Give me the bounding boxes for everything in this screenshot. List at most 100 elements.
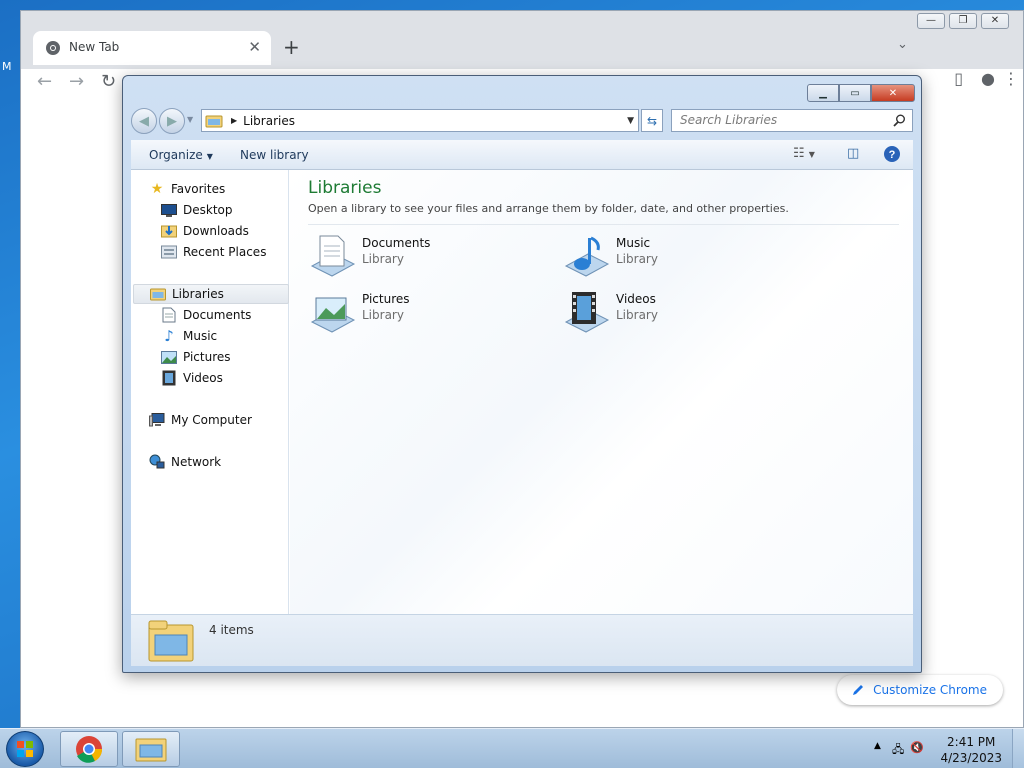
nav-libraries-label: Libraries: [172, 287, 224, 301]
page-title: Libraries: [308, 178, 382, 198]
library-documents[interactable]: Documents Library: [308, 232, 528, 282]
minimize-button[interactable]: ▁: [807, 84, 839, 102]
chrome-minimize-button[interactable]: —: [917, 13, 945, 29]
tab-new-tab[interactable]: New Tab ✕: [33, 31, 271, 65]
libraries-folder-icon: [205, 115, 223, 127]
library-name: Documents: [362, 236, 431, 250]
search-placeholder: Search Libraries: [680, 113, 778, 127]
help-icon[interactable]: ?: [883, 145, 901, 167]
nav-favorites-label: Favorites: [171, 182, 226, 196]
nav-my-computer-label: My Computer: [171, 413, 252, 427]
change-view-icon[interactable]: ☷ ▼: [793, 146, 815, 161]
taskbar-chrome-button[interactable]: [60, 731, 118, 767]
side-panel-icon[interactable]: ▯: [954, 69, 963, 88]
address-bar[interactable]: ▶ Libraries ▼: [201, 109, 639, 132]
close-button[interactable]: ✕: [871, 84, 915, 102]
nav-network-label: Network: [171, 455, 222, 469]
show-desktop-button[interactable]: [1012, 729, 1024, 768]
libraries-explorer-window: ▁ ▭ ✕ ◀ ▶ ▼ ▶ Libraries ▼ ⇆ Search Libra…: [122, 75, 922, 673]
breadcrumb-arrow-icon[interactable]: ▶: [231, 116, 237, 125]
chrome-favicon-icon: [46, 41, 60, 55]
nav-libraries[interactable]: Libraries: [133, 284, 289, 304]
search-icon[interactable]: [893, 114, 906, 127]
library-name: Pictures: [362, 292, 410, 306]
chrome-icon: [76, 736, 103, 763]
documents-library-icon: [310, 235, 356, 277]
downloads-icon: [161, 223, 177, 239]
customize-chrome-button[interactable]: Customize Chrome: [837, 675, 1003, 705]
forward-arrow-icon[interactable]: →: [69, 71, 84, 92]
documents-icon: [161, 307, 177, 323]
libraries-icon: [150, 286, 166, 302]
pictures-icon: [161, 349, 177, 365]
library-music[interactable]: Music Library: [562, 232, 782, 282]
network-status-icon[interactable]: 🖧: [892, 741, 904, 760]
desktop-edge-text: M: [2, 60, 12, 73]
maximize-button[interactable]: ▭: [839, 84, 871, 102]
customize-chrome-label: Customize Chrome: [873, 683, 987, 697]
recent-pages-dropdown-icon[interactable]: ▼: [187, 115, 193, 124]
libraries-large-icon: [148, 620, 194, 662]
forward-button[interactable]: ▶: [159, 108, 185, 134]
windows-logo-icon: [17, 741, 33, 757]
chrome-close-button[interactable]: ✕: [981, 13, 1009, 29]
reload-icon[interactable]: ↻: [101, 71, 116, 92]
star-icon: ★: [150, 181, 164, 197]
nav-favorites[interactable]: ★ Favorites: [149, 179, 305, 199]
search-input[interactable]: Search Libraries: [671, 109, 913, 132]
videos-icon: [161, 370, 177, 386]
chrome-restore-button[interactable]: ❐: [949, 13, 977, 29]
svg-text:?: ?: [889, 149, 896, 161]
organize-button[interactable]: Organize ▼: [149, 148, 213, 162]
nav-music-label: Music: [183, 329, 218, 343]
new-tab-button[interactable]: +: [283, 35, 300, 59]
network-icon: [149, 454, 165, 470]
clock[interactable]: 2:41 PM 4/23/2023: [940, 734, 1002, 766]
chrome-menu-icon[interactable]: ⋮: [1003, 69, 1019, 88]
chrome-tabstrip: New Tab ✕ + ⌄ — ❐ ✕: [21, 11, 1023, 69]
command-bar: Organize ▼ New library ☷ ▼ ◫ ?: [131, 140, 913, 170]
taskbar-explorer-button[interactable]: [122, 731, 180, 767]
nav-desktop-label: Desktop: [183, 203, 233, 217]
tab-search-chevron-icon[interactable]: ⌄: [897, 37, 908, 52]
tab-close-icon[interactable]: ✕: [248, 38, 261, 56]
computer-icon: [149, 412, 165, 428]
back-arrow-icon[interactable]: ←: [37, 71, 52, 92]
new-library-button[interactable]: New library: [240, 148, 309, 162]
item-count: 4 items: [209, 623, 254, 637]
breadcrumb-libraries[interactable]: Libraries: [243, 114, 295, 128]
library-videos[interactable]: Videos Library: [562, 288, 782, 338]
details-pane: 4 items: [131, 614, 913, 666]
profile-avatar-icon[interactable]: ●: [981, 69, 995, 88]
address-row: ◀ ▶ ▼ ▶ Libraries ▼ ⇆ Search Libraries: [131, 108, 913, 134]
taskbar: ▲ 🖧 🔇 2:41 PM 4/23/2023: [0, 728, 1024, 768]
nav-pictures-label: Pictures: [183, 350, 231, 364]
library-name: Videos: [616, 292, 656, 306]
library-kind: Library: [362, 308, 404, 322]
page-subtitle: Open a library to see your files and arr…: [308, 202, 789, 215]
system-tray: ▲ 🖧 🔇 2:41 PM 4/23/2023: [864, 729, 1024, 768]
refresh-icon[interactable]: ⇆: [641, 109, 663, 132]
nav-my-computer[interactable]: My Computer: [149, 410, 305, 430]
nav-network[interactable]: Network: [149, 452, 305, 472]
preview-pane-icon[interactable]: ◫: [847, 146, 859, 161]
nav-downloads-label: Downloads: [183, 224, 249, 238]
address-dropdown-icon[interactable]: ▼: [627, 116, 634, 126]
show-hidden-icons-icon[interactable]: ▲: [874, 741, 881, 751]
organize-label: Organize: [149, 148, 203, 162]
clock-time: 2:41 PM: [947, 735, 996, 749]
library-name: Music: [616, 236, 651, 250]
libraries-main-pane: Libraries Open a library to see your fil…: [290, 170, 913, 614]
volume-muted-icon[interactable]: 🔇: [910, 741, 924, 754]
tab-title: New Tab: [69, 40, 120, 54]
explorer-content: ★ Favorites Desktop Downloads Recent Pla…: [131, 170, 913, 614]
back-button[interactable]: ◀: [131, 108, 157, 134]
library-pictures[interactable]: Pictures Library: [308, 288, 528, 338]
library-kind: Library: [616, 252, 658, 266]
start-button[interactable]: [6, 731, 44, 767]
desktop-icon: [161, 202, 177, 218]
clock-date: 4/23/2023: [940, 751, 1002, 765]
explorer-caption-buttons: ▁ ▭ ✕: [807, 84, 915, 102]
recent-places-icon: [161, 244, 177, 260]
nav-documents-label: Documents: [183, 308, 252, 322]
